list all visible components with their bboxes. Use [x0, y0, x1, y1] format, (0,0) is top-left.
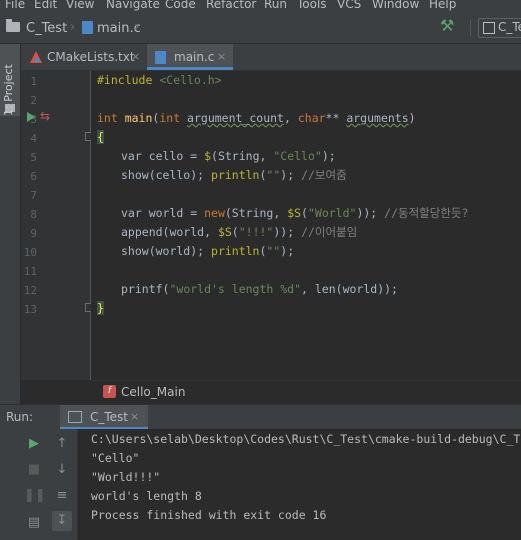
close-icon[interactable]: ×	[217, 50, 226, 63]
menu-vcs[interactable]: VCS	[337, 0, 361, 11]
line-number: 6	[30, 170, 37, 183]
menu-bar: File Edit View Navigate Code Refactor Ru…	[0, 0, 521, 12]
run-gutter-icon[interactable]	[27, 112, 35, 122]
console-icon	[68, 411, 82, 423]
code-line-9: append(world, $S("!!!")); //이어붙임	[121, 225, 358, 239]
build-hammer-icon[interactable]: ⚒	[440, 16, 454, 35]
console-line: "World!!!"	[91, 470, 161, 484]
code-line-13: }	[97, 301, 104, 315]
console-output[interactable]: C:\Users\selab\Desktop\Codes\Rust\C_Test…	[78, 429, 521, 540]
config-icon	[483, 22, 495, 34]
code-line-6: show(cello); println(""); //보여줌	[121, 168, 347, 182]
code-line-5: var cello = $(String, "Cello");	[121, 149, 336, 163]
run-tab-label: C_Test	[90, 410, 129, 424]
console-line: Process finished with exit code 16	[91, 508, 327, 522]
tab-label: CMakeLists.txt	[47, 50, 135, 64]
line-number: 10	[23, 246, 37, 259]
run-tab-c-test[interactable]: C_Test ×	[60, 405, 148, 429]
menu-file[interactable]: File	[5, 0, 25, 11]
line-number: 12	[23, 284, 37, 297]
close-icon[interactable]: ×	[130, 410, 139, 423]
code-line-4: {	[97, 130, 104, 144]
console-line: "Cello"	[91, 451, 140, 465]
navigation-bar: C_Test › main.c › ⚒ C_Te	[0, 12, 521, 44]
toolbar-divider	[470, 20, 471, 36]
c-file-icon	[82, 21, 93, 34]
tab-label: main.c	[174, 50, 215, 64]
chevron-right-icon: ›	[70, 20, 76, 35]
menu-window[interactable]: Window	[372, 0, 419, 11]
editor-tabs: CMakeLists.txt × main.c ×	[21, 44, 521, 71]
code-line-1: #include <Cello.h>	[97, 73, 222, 87]
line-number: 13	[23, 303, 37, 316]
folder-icon	[6, 19, 20, 32]
line-number: 5	[30, 151, 37, 164]
line-number: 4	[30, 132, 37, 145]
code-line-3: int main(int argument_count, char** argu…	[97, 111, 416, 125]
code-line-10: show(world); println("");	[121, 244, 295, 258]
breadcrumb-function[interactable]: Cello_Main	[121, 385, 185, 399]
close-icon[interactable]: ×	[131, 50, 140, 63]
project-tab-label: 1: Project	[2, 64, 15, 116]
pause-icon[interactable]: ❚❚	[24, 486, 46, 506]
menu-run[interactable]: Run	[264, 0, 287, 11]
line-number: 2	[30, 94, 37, 107]
rerun-icon[interactable]: ▶	[24, 434, 44, 454]
run-toolbar: ▶ ↑ ■ ↓ ❚❚ ≡ ▤ ↧	[0, 429, 78, 540]
navigate-related-icon[interactable]: ⇆	[40, 109, 50, 123]
code-editor[interactable]: #include <Cello.h> int main(int argument…	[91, 71, 521, 380]
console-line: world's length 8	[91, 489, 202, 503]
scroll-to-end-icon[interactable]: ↧	[52, 511, 72, 531]
arrow-down-icon[interactable]: ↓	[52, 460, 72, 480]
line-number: 11	[23, 265, 37, 278]
function-icon: f	[103, 385, 116, 398]
cmake-icon	[30, 51, 42, 63]
line-number: 8	[30, 208, 37, 221]
tab-main-c[interactable]: main.c ×	[147, 44, 233, 70]
chevron-right-icon: ›	[134, 20, 140, 35]
console-line: C:\Users\selab\Desktop\Codes\Rust\C_Test…	[91, 432, 521, 446]
run-config-selector[interactable]: C_Te	[478, 18, 521, 38]
layout-icon[interactable]: ▤	[24, 513, 44, 533]
soft-wrap-icon[interactable]: ≡	[52, 486, 72, 506]
editor-breadcrumb: f Cello_Main	[91, 380, 521, 403]
run-config-label: C_Te	[498, 20, 521, 34]
menu-view[interactable]: View	[66, 0, 94, 11]
code-line-8: var world = new(String, $S("World")); //…	[121, 206, 469, 220]
arrow-up-icon[interactable]: ↑	[52, 434, 72, 454]
menu-tools[interactable]: Tools	[297, 0, 327, 11]
line-number: 7	[30, 189, 37, 202]
run-panel-label: Run:	[6, 410, 34, 424]
menu-navigate[interactable]: Navigate	[106, 0, 160, 11]
menu-refactor[interactable]: Refactor	[206, 0, 256, 11]
run-panel-header: Run: C_Test ×	[0, 404, 521, 430]
menu-code[interactable]: Code	[165, 0, 196, 11]
line-number: 9	[30, 227, 37, 240]
menu-help[interactable]: Help	[429, 0, 456, 11]
stop-icon[interactable]: ■	[24, 460, 44, 480]
nav-project[interactable]: C_Test	[26, 21, 67, 36]
code-line-12: printf("world's length %d", len(world));	[121, 282, 398, 296]
c-file-icon	[155, 51, 166, 64]
menu-edit[interactable]: Edit	[34, 0, 57, 11]
tab-cmakelists[interactable]: CMakeLists.txt ×	[21, 44, 145, 70]
line-number: 1	[30, 75, 37, 88]
